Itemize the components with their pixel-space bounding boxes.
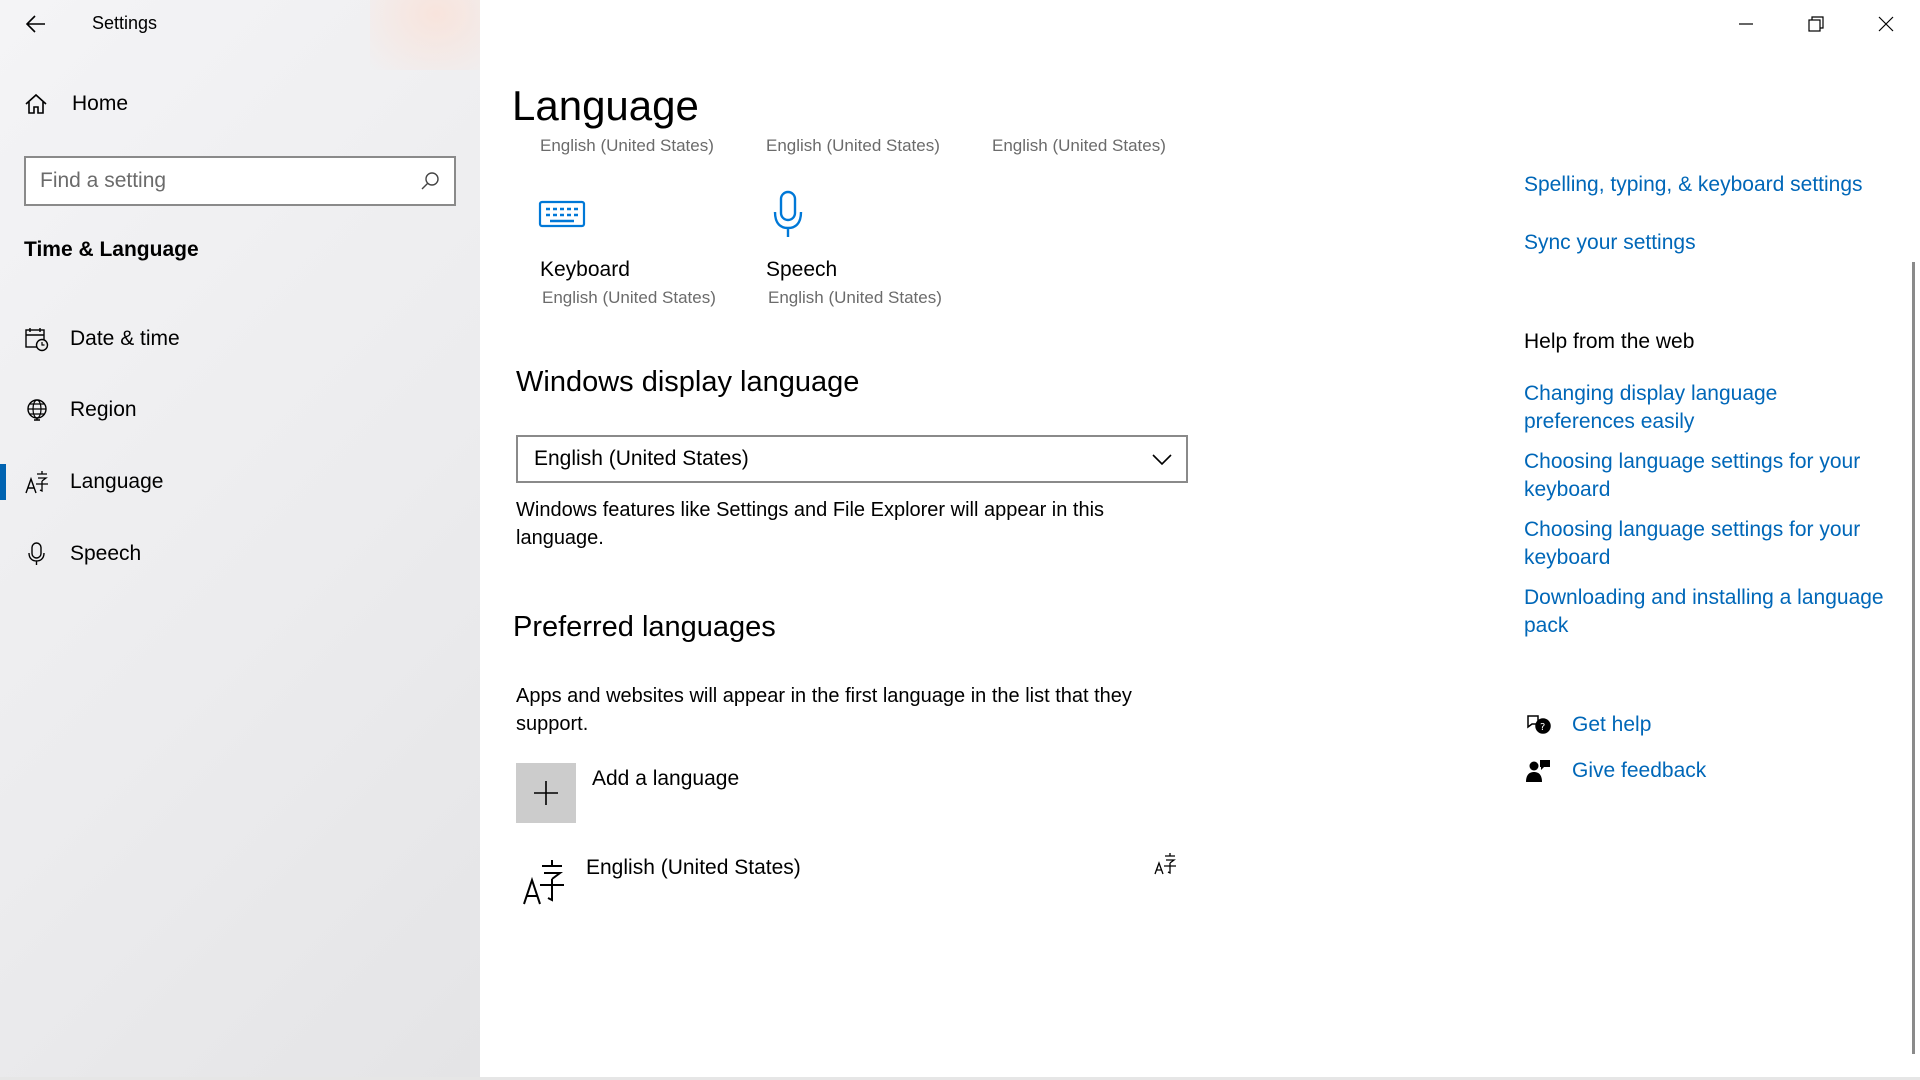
get-help-label: Get help xyxy=(1572,713,1652,736)
add-language-label: Add a language xyxy=(592,767,740,790)
minimize-icon xyxy=(1739,23,1753,25)
close-button[interactable] xyxy=(1852,0,1920,48)
microphone-icon xyxy=(773,190,803,237)
add-language-button[interactable]: Add a language xyxy=(516,763,739,823)
restore-icon xyxy=(1808,16,1824,32)
back-arrow-icon xyxy=(26,15,45,33)
globe-icon xyxy=(27,399,47,421)
dropdown-value: English (United States) xyxy=(534,447,749,470)
tile-name: Speech xyxy=(766,258,838,281)
preferred-languages-heading: Preferred languages xyxy=(513,611,776,643)
minimize-button[interactable] xyxy=(1712,0,1780,48)
sidebar-item-label: Region xyxy=(70,398,137,421)
calendar-clock-icon xyxy=(25,328,49,352)
language-list-item[interactable]: English (United States) xyxy=(516,848,1176,918)
give-feedback-label: Give feedback xyxy=(1572,759,1707,782)
chevron-down-icon xyxy=(1152,454,1172,466)
sidebar-item-language[interactable]: Language xyxy=(0,452,480,512)
app-title: Settings xyxy=(92,13,158,33)
search-box[interactable] xyxy=(24,156,456,206)
sidebar-item-speech[interactable]: Speech xyxy=(0,524,480,584)
sidebar: Settings Home Time & Language Date & tim… xyxy=(0,0,480,1080)
tile-subtitle-partial: English (United States) xyxy=(540,136,714,155)
language-name: English (United States) xyxy=(586,856,801,879)
plus-icon xyxy=(534,781,558,805)
preferred-languages-description: Apps and websites will appear in the fir… xyxy=(516,685,1132,735)
add-icon-box xyxy=(516,763,576,823)
sidebar-item-date-time[interactable]: Date & time xyxy=(0,309,480,369)
help-link[interactable]: Choosing language settings for your keyb… xyxy=(1524,516,1884,572)
get-help-link[interactable]: ? Get help xyxy=(1524,712,1651,738)
tile-subtitle: English (United States) xyxy=(542,288,716,307)
help-link[interactable]: Choosing language settings for your keyb… xyxy=(1524,448,1884,504)
help-from-web-heading: Help from the web xyxy=(1524,330,1695,353)
display-language-description: Windows features like Settings and File … xyxy=(516,499,1105,549)
tile-subtitle-partial: English (United States) xyxy=(766,136,940,155)
microphone-icon xyxy=(28,542,45,565)
home-label: Home xyxy=(72,92,129,115)
give-feedback-link[interactable]: Give feedback xyxy=(1524,758,1706,784)
language-icon xyxy=(523,860,564,905)
page-title: Language xyxy=(512,82,699,129)
back-button[interactable] xyxy=(18,8,54,40)
svg-text:?: ? xyxy=(1540,722,1545,733)
close-icon xyxy=(1878,16,1894,32)
restore-button[interactable] xyxy=(1782,0,1850,48)
home-icon xyxy=(25,93,47,114)
help-link[interactable]: Downloading and installing a language pa… xyxy=(1524,584,1884,640)
feedback-icon xyxy=(1526,760,1550,782)
sidebar-item-region[interactable]: Region xyxy=(0,380,480,440)
search-input[interactable] xyxy=(40,169,420,193)
sync-settings-link[interactable]: Sync your settings xyxy=(1524,229,1884,257)
tile-subtitle-partial: English (United States) xyxy=(992,136,1166,155)
home-nav-item[interactable]: Home xyxy=(24,92,128,116)
tile-subtitle: English (United States) xyxy=(768,288,942,307)
sidebar-item-label: Speech xyxy=(70,542,142,565)
language-icon xyxy=(25,471,48,494)
help-link[interactable]: Changing display language preferences ea… xyxy=(1524,380,1884,436)
vertical-scrollbar[interactable] xyxy=(1912,262,1915,1054)
language-feature-icon xyxy=(1154,853,1176,875)
sidebar-item-label: Date & time xyxy=(70,327,180,350)
tile-name: Keyboard xyxy=(540,258,630,281)
sidebar-item-label: Language xyxy=(70,470,164,493)
spelling-typing-keyboard-link[interactable]: Spelling, typing, & keyboard settings xyxy=(1524,171,1884,199)
chat-help-icon: ? xyxy=(1527,715,1551,734)
display-language-dropdown[interactable]: English (United States) xyxy=(516,435,1188,483)
search-icon[interactable] xyxy=(420,171,440,191)
display-language-heading: Windows display language xyxy=(516,366,860,398)
keyboard-icon xyxy=(538,200,586,228)
section-title: Time & Language xyxy=(24,238,199,261)
